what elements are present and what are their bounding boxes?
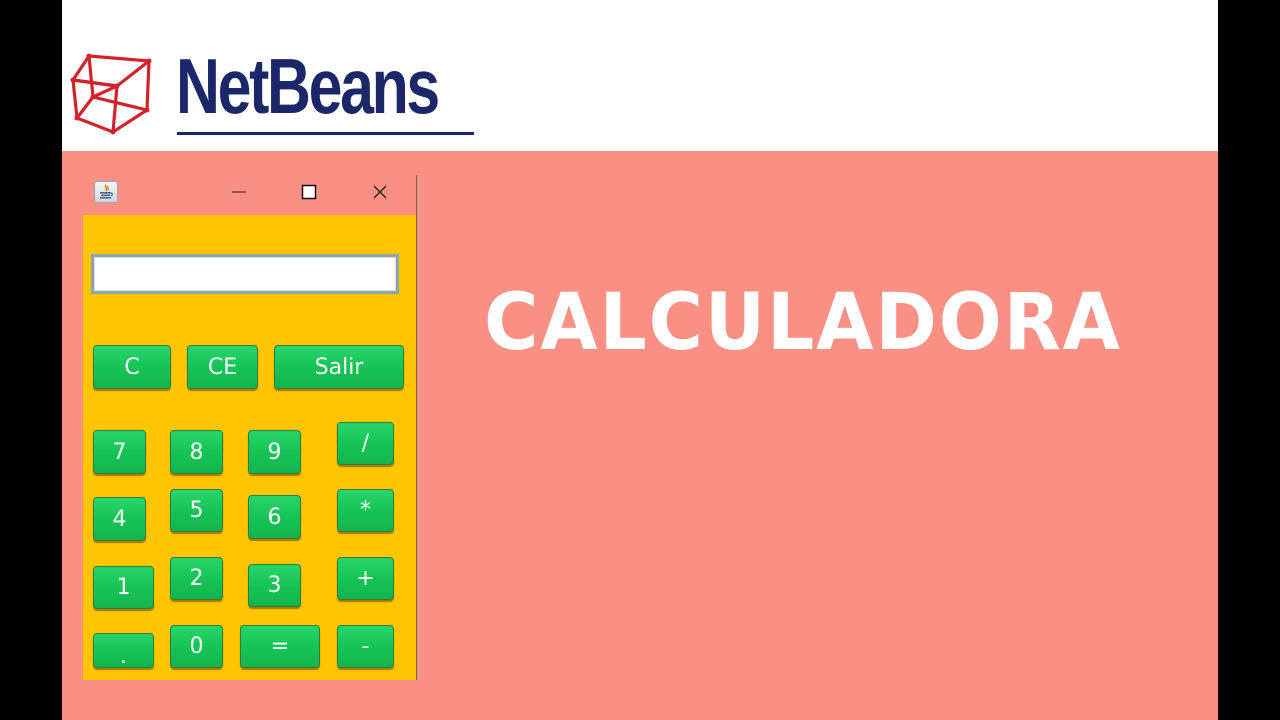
multiply-button[interactable]: * [337,489,394,532]
multiply-label: * [360,498,371,523]
digit-6-button[interactable]: 6 [248,495,301,539]
clear-button-label: C [124,354,140,380]
digit-5-button[interactable]: 5 [170,489,223,532]
netbeans-cube-icon [70,53,152,135]
slide: NetBeans CALCULADORA C CE Salir 7 8 9 / … [62,0,1218,720]
window-titlebar[interactable] [83,172,417,215]
digit-3-button[interactable]: 3 [248,564,301,607]
digit-8-label: 8 [189,439,204,465]
equals-button[interactable]: = [240,625,320,668]
maximize-icon[interactable] [297,180,321,204]
clear-entry-button-label: CE [207,354,238,380]
exit-button-label: Salir [314,354,364,380]
digit-1-label: 1 [116,575,131,600]
minimize-icon[interactable] [227,180,251,204]
digit-0-button[interactable]: 0 [170,625,223,668]
decimal-button[interactable]: . [93,633,154,668]
decimal-label: . [120,644,127,669]
add-button[interactable]: + [337,557,394,600]
digit-2-label: 2 [189,566,204,591]
equals-label: = [270,634,290,659]
calculator-display[interactable] [91,254,399,294]
java-coffee-icon [94,181,118,203]
netbeans-logo-text: NetBeans [176,42,440,130]
logo-underline [177,132,474,135]
digit-2-button[interactable]: 2 [170,557,223,600]
subtract-button[interactable]: - [337,625,394,668]
digit-4-label: 4 [112,506,127,532]
digit-9-label: 9 [267,439,282,465]
digit-7-button[interactable]: 7 [93,430,146,474]
digit-5-label: 5 [189,498,204,523]
digit-9-button[interactable]: 9 [248,430,301,474]
calculator-panel: C CE Salir 7 8 9 / 4 5 6 * 1 2 3 + . 0 =… [83,215,416,680]
digit-0-label: 0 [189,634,204,659]
add-label: + [356,566,375,591]
slide-title: CALCULADORA [484,278,1122,368]
digit-8-button[interactable]: 8 [170,430,223,474]
close-icon[interactable] [368,180,392,204]
divide-label: / [361,431,370,456]
digit-3-label: 3 [267,573,282,598]
subtract-label: - [361,634,370,659]
digit-6-label: 6 [267,504,282,530]
digit-7-label: 7 [112,439,127,465]
clear-entry-button[interactable]: CE [187,345,258,389]
header-banner: NetBeans [62,0,1218,151]
digit-4-button[interactable]: 4 [93,497,146,541]
divide-button[interactable]: / [337,422,394,465]
clear-button[interactable]: C [93,345,171,389]
window-border [416,175,417,680]
digit-1-button[interactable]: 1 [93,566,154,609]
exit-button[interactable]: Salir [274,345,404,389]
